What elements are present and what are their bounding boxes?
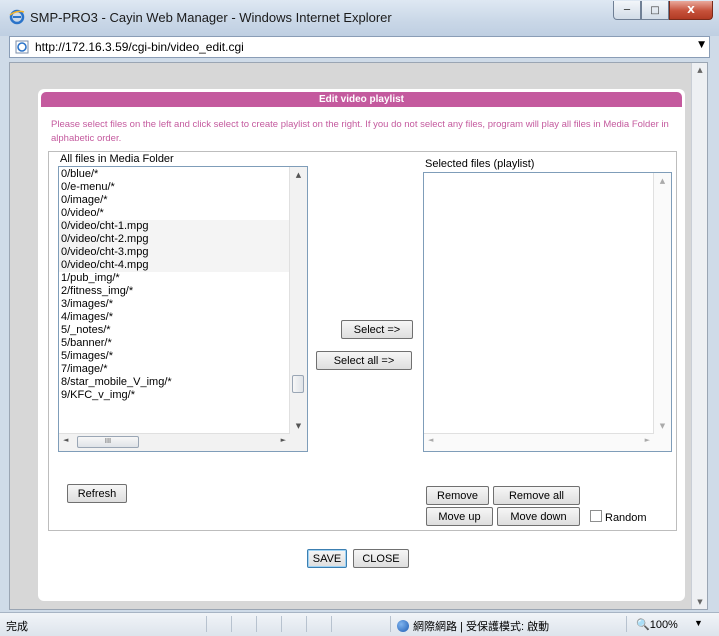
list-item[interactable]: 9/KFC_v_img/* xyxy=(59,389,307,402)
list-item[interactable]: 0/e-menu/* xyxy=(59,181,307,194)
status-divider xyxy=(231,616,232,632)
list-item[interactable]: 8/star_mobile_V_img/* xyxy=(59,376,307,389)
list-item[interactable]: 5/banner/* xyxy=(59,337,307,350)
scroll-up-icon[interactable]: ▲ xyxy=(654,177,671,185)
zoom-level[interactable]: 🔍100% xyxy=(636,618,678,631)
scroll-down-icon[interactable]: ▼ xyxy=(654,422,671,430)
page-content: ▲ ▼ Edit video playlist Please select fi… xyxy=(9,62,708,610)
window-title: SMP-PRO3 - Cayin Web Manager - Windows I… xyxy=(30,10,392,25)
list-item[interactable]: 0/blue/* xyxy=(59,168,307,181)
status-divider xyxy=(256,616,257,632)
list-item[interactable]: 1/pub_img/* xyxy=(59,272,307,285)
page-icon xyxy=(15,40,29,54)
window-controls: ─ □ X xyxy=(613,1,713,21)
media-files-list[interactable]: 0/blue/* 0/e-menu/* 0/image/* 0/video/* 0/vi… xyxy=(58,166,308,452)
select-button[interactable]: Select => xyxy=(341,320,413,339)
status-divider xyxy=(281,616,282,632)
scroll-right-icon[interactable]: ► xyxy=(645,436,650,444)
close-button[interactable]: CLOSE xyxy=(353,549,409,568)
page-scrollbar[interactable]: ▲ ▼ xyxy=(691,63,707,609)
list-item[interactable]: 0/video/cht-4.mpg xyxy=(59,259,307,272)
url-text[interactable]: http://172.16.3.59/cgi-bin/video_edit.cg… xyxy=(35,40,244,54)
status-divider xyxy=(306,616,307,632)
h-scroll-thumb[interactable]: III xyxy=(77,436,139,448)
remove-button[interactable]: Remove xyxy=(426,486,489,505)
scroll-left-icon[interactable]: ◄ xyxy=(428,436,433,444)
scroll-thumb[interactable] xyxy=(292,375,304,393)
scroll-down-icon[interactable]: ▼ xyxy=(290,422,307,430)
status-divider xyxy=(206,616,207,632)
list-item[interactable]: 5/images/* xyxy=(59,350,307,363)
status-bar: 完成 網際網路 | 受保護模式: 啟動 🔍100% ▼ xyxy=(0,612,719,636)
scrollbar-corner xyxy=(654,434,671,451)
list-item[interactable]: 2/fitness_img/* xyxy=(59,285,307,298)
playlist-vertical-scrollbar[interactable]: ▲ ▼ xyxy=(653,173,671,434)
list-item[interactable]: 0/video/cht-3.mpg xyxy=(59,246,307,259)
chevron-down-icon[interactable]: ▼ xyxy=(694,618,703,628)
list-item[interactable]: 7/image/* xyxy=(59,363,307,376)
list-vertical-scrollbar[interactable]: ▲ ▼ xyxy=(289,167,307,434)
playlist-horizontal-scrollbar[interactable]: ◄ ► xyxy=(424,433,654,451)
dialog-title: Edit video playlist xyxy=(41,92,682,107)
zone-text: 網際網路 | 受保護模式: 啟動 xyxy=(413,621,550,633)
ie-logo-icon xyxy=(9,9,25,25)
scroll-right-icon[interactable]: ► xyxy=(281,436,286,444)
list-item[interactable]: 0/video/cht-2.mpg xyxy=(59,233,307,246)
save-button[interactable]: SAVE xyxy=(307,549,347,568)
scroll-up-icon[interactable]: ▲ xyxy=(290,171,307,179)
chevron-down-icon[interactable]: ▼ xyxy=(698,40,705,50)
scroll-left-icon[interactable]: ◄ xyxy=(63,436,68,444)
random-label: Random xyxy=(605,512,647,524)
zoom-text: 100% xyxy=(649,619,678,631)
list-horizontal-scrollbar[interactable]: ◄ III ► xyxy=(59,433,290,451)
minimize-button[interactable]: ─ xyxy=(613,1,641,20)
list-item[interactable]: 0/image/* xyxy=(59,194,307,207)
remove-all-button[interactable]: Remove all xyxy=(493,486,580,505)
security-zone[interactable]: 網際網路 | 受保護模式: 啟動 xyxy=(397,618,549,634)
select-all-button[interactable]: Select all => xyxy=(316,351,412,370)
window-titlebar: SMP-PRO3 - Cayin Web Manager - Windows I… xyxy=(0,0,719,36)
selected-files-list[interactable]: ▲ ▼ ◄ ► xyxy=(423,172,672,452)
status-divider xyxy=(331,616,332,632)
globe-icon xyxy=(397,620,409,632)
scrollbar-corner xyxy=(290,434,307,451)
close-window-button[interactable]: X xyxy=(669,1,713,20)
all-files-label: All files in Media Folder xyxy=(60,153,174,165)
scroll-up-icon[interactable]: ▲ xyxy=(692,66,708,74)
zoom-icon: 🔍 xyxy=(636,619,650,631)
address-bar[interactable]: http://172.16.3.59/cgi-bin/video_edit.cg… xyxy=(9,36,710,58)
instructions-text: Please select files on the left and clic… xyxy=(51,119,669,144)
selected-files-label: Selected files (playlist) xyxy=(425,158,535,170)
list-item[interactable]: 5/_notes/* xyxy=(59,324,307,337)
list-item[interactable]: 3/images/* xyxy=(59,298,307,311)
list-item[interactable]: 0/video/* xyxy=(59,207,307,220)
status-divider xyxy=(626,616,627,632)
move-down-button[interactable]: Move down xyxy=(497,507,580,526)
playlist-panel: All files in Media Folder Selected files… xyxy=(48,151,677,531)
status-divider xyxy=(390,616,391,632)
scroll-down-icon[interactable]: ▼ xyxy=(692,598,708,606)
maximize-button[interactable]: □ xyxy=(641,1,669,20)
list-item[interactable]: 0/video/cht-1.mpg xyxy=(59,220,307,233)
status-text: 完成 xyxy=(6,621,28,633)
random-checkbox[interactable] xyxy=(590,510,602,522)
list-item[interactable]: 4/images/* xyxy=(59,311,307,324)
move-up-button[interactable]: Move up xyxy=(426,507,493,526)
edit-playlist-dialog: Edit video playlist Please select files … xyxy=(38,89,685,601)
refresh-button[interactable]: Refresh xyxy=(67,484,127,503)
